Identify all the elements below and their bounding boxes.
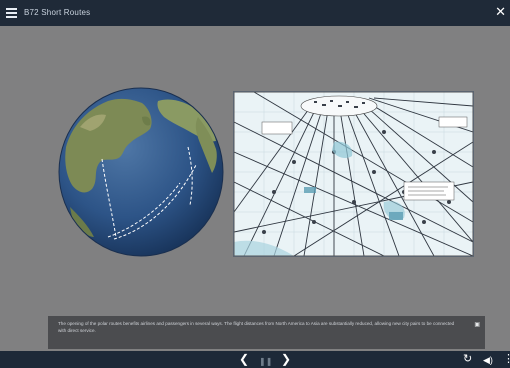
hamburger-menu-icon[interactable] xyxy=(6,6,17,19)
chevron-left-icon[interactable]: ❮ xyxy=(239,353,249,366)
pause-icon[interactable]: ❚❚ xyxy=(259,355,272,368)
more-vertical-icon[interactable]: ⋮ xyxy=(503,353,510,366)
chevron-right-icon[interactable]: ❯ xyxy=(281,353,291,366)
caption-panel: The opening of the polar routes benefits… xyxy=(48,316,485,349)
transcript-icon[interactable]: ▣ xyxy=(474,321,480,328)
volume-icon[interactable]: ◀) xyxy=(483,354,493,367)
caption-text: The opening of the polar routes benefits… xyxy=(58,321,455,333)
close-icon[interactable]: ✕ xyxy=(495,4,506,20)
page-title: B72 Short Routes xyxy=(24,8,91,17)
navigation-chart-image xyxy=(233,91,474,257)
title-bar: B72 Short Routes ✕ xyxy=(0,0,510,26)
globe-illustration xyxy=(58,87,225,257)
playback-bar: ❮ ❚❚ ❯ ↻ ◀) ⋮ xyxy=(0,351,510,368)
reload-icon[interactable]: ↻ xyxy=(463,353,472,366)
